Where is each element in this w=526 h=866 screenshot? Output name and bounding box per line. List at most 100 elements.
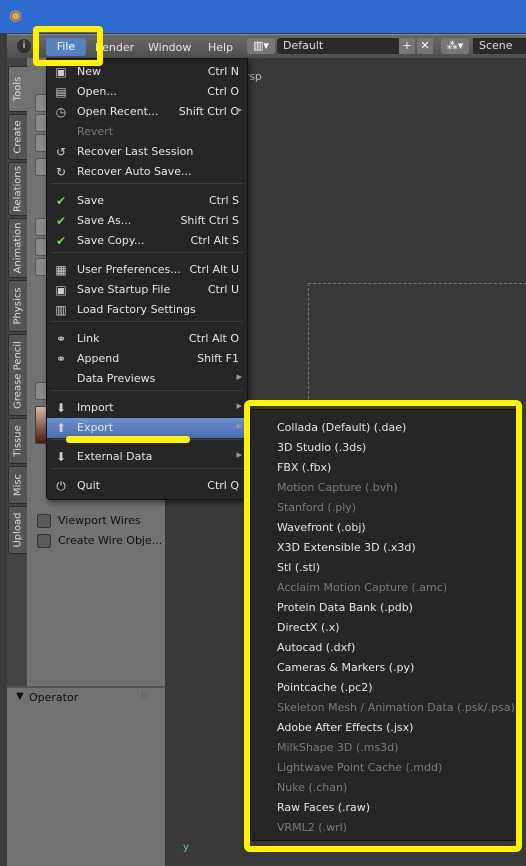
camera-frame <box>308 283 526 404</box>
highlight-export-box <box>244 400 522 852</box>
file-menu-item[interactable]: Data Previews ▸ <box>47 369 247 389</box>
submenu-arrow-icon: ▸ <box>236 448 242 461</box>
submenu-arrow-icon: ▸ <box>236 399 242 412</box>
info-icon[interactable]: i <box>17 39 31 53</box>
highlight-file-box <box>33 26 103 66</box>
file-menu-item-shortcut: Ctrl Q <box>207 479 239 492</box>
submenu-arrow-icon: ▸ <box>236 103 242 116</box>
menu-separator <box>51 183 243 184</box>
create-wire-checkbox[interactable] <box>37 534 51 548</box>
file-menu-item[interactable]: ⬇ External Data ▸ <box>47 447 247 467</box>
axis-gizmo-icon: y <box>183 842 189 853</box>
tab-tissue[interactable]: Tissue <box>8 418 28 464</box>
file-menu-item-label: Quit <box>77 479 100 492</box>
check-icon: ✔ <box>55 194 67 208</box>
add-layout-icon[interactable]: + <box>399 38 415 54</box>
file-menu-item-label: New <box>77 65 101 78</box>
file-menu-item-label: Open... <box>77 85 117 98</box>
preferences-icon: ▦ <box>55 263 67 277</box>
menu-separator <box>51 390 243 391</box>
file-menu-item-label: Save <box>77 194 105 207</box>
scene-icon[interactable]: ⁂▾ <box>441 38 469 54</box>
file-menu-item-shortcut: Shift F1 <box>197 352 239 365</box>
tab-upload[interactable]: Upload <box>8 506 28 554</box>
link-icon: ⚭ <box>55 332 67 346</box>
file-menu-item[interactable]: ⬇ Import ▸ <box>47 398 247 418</box>
file-menu-item-label: Data Previews <box>77 372 156 385</box>
file-menu-item[interactable]: ↻ Recover Auto Save... <box>47 162 247 182</box>
scene-field[interactable]: Scene <box>473 38 526 54</box>
file-menu-item-label: Export <box>77 421 114 434</box>
tab-grease-pencil[interactable]: Grease Pencil <box>8 334 28 416</box>
menu-separator <box>51 252 243 253</box>
tab-misc[interactable]: Misc <box>8 466 28 504</box>
file-menu-item-shortcut: Ctrl O <box>207 85 239 98</box>
file-menu-item-label: Import <box>77 401 114 414</box>
file-menu-item[interactable]: ↺ Recover Last Session <box>47 142 247 162</box>
file-menu-item-shortcut: Ctrl Alt S <box>190 234 239 247</box>
file-menu-item-label: User Preferences... <box>77 263 181 276</box>
file-menu-item[interactable]: ⬆ Export ▸ <box>47 418 247 438</box>
check-icon: ✔ <box>55 214 67 228</box>
viewport-wires-label: Viewport Wires <box>58 514 141 527</box>
file-menu-item[interactable]: ⏻ Quit Ctrl Q <box>47 476 247 496</box>
file-menu-item-label: Open Recent... <box>77 105 159 118</box>
tab-physics[interactable]: Physics <box>8 280 28 332</box>
file-menu-item[interactable]: ▣ Save Startup File Ctrl U <box>47 280 247 300</box>
recover-auto-icon: ↻ <box>55 165 67 179</box>
import-icon: ⬇ <box>55 401 67 415</box>
save-startup-icon: ▣ <box>55 283 67 297</box>
file-menu-item-label: Recover Auto Save... <box>77 165 192 178</box>
tab-animation[interactable]: Animation <box>8 218 28 278</box>
file-menu-item-label: Recover Last Session <box>77 145 194 158</box>
new-file-icon: ▣ <box>55 65 67 79</box>
file-menu-item-shortcut: Ctrl S <box>208 194 239 207</box>
factory-settings-icon: ▥ <box>55 303 67 317</box>
file-menu-item: Revert <box>47 122 247 142</box>
file-menu-item[interactable]: ▥ Load Factory Settings <box>47 300 247 320</box>
operator-panel: ▼ Operator ⁞⁞ <box>7 686 165 866</box>
drag-handle-icon[interactable]: ⁞⁞ <box>141 690 147 701</box>
external-data-icon: ⬇ <box>55 450 67 464</box>
highlight-export-underline <box>66 436 190 443</box>
layout-icon[interactable]: ▥▾ <box>247 38 275 54</box>
open-folder-icon: ▤ <box>55 85 67 99</box>
tab-relations[interactable]: Relations <box>8 162 28 216</box>
file-menu-item-label: Revert <box>77 125 114 138</box>
export-icon: ⬆ <box>55 421 67 435</box>
recover-icon: ↺ <box>55 145 67 159</box>
file-menu-item[interactable]: ▤ Open... Ctrl O <box>47 82 247 102</box>
viewport-wires-checkbox[interactable] <box>37 514 51 528</box>
file-menu-item[interactable]: ✔ Save Ctrl S <box>47 191 247 211</box>
file-menu-item-shortcut: Shift Ctrl S <box>180 214 239 227</box>
check-icon: ✔ <box>55 234 67 248</box>
submenu-arrow-icon: ▸ <box>236 370 242 383</box>
quit-icon: ⏻ <box>56 479 66 493</box>
file-menu-item-label: Link <box>77 332 100 345</box>
file-menu-item[interactable]: ✔ Save Copy... Ctrl Alt S <box>47 231 247 251</box>
file-menu-item-shortcut: Shift Ctrl O <box>178 105 239 118</box>
file-menu-item-label: Save Startup File <box>77 283 171 296</box>
menu-window[interactable]: Window <box>148 41 191 54</box>
file-menu-item-shortcut: Ctrl Alt U <box>189 263 239 276</box>
tab-create[interactable]: Create <box>8 114 28 160</box>
menu-separator <box>51 468 243 469</box>
create-wire-label: Create Wire Obje... <box>58 534 163 547</box>
file-menu-item-label: Save Copy... <box>77 234 145 247</box>
remove-layout-icon[interactable]: ✕ <box>417 38 433 54</box>
file-menu-item[interactable]: ⚭ Link Ctrl Alt O <box>47 329 247 349</box>
file-menu: ▣ New Ctrl N ▤ Open... Ctrl O ◷ Open Recent... S… <box>46 58 248 500</box>
submenu-arrow-icon: ▸ <box>236 419 242 432</box>
layout-field[interactable]: Default <box>277 38 403 54</box>
file-menu-item[interactable]: ◷ Open Recent... Shift Ctrl O ▸ <box>47 102 247 122</box>
file-menu-item-label: Save As... <box>77 214 132 227</box>
tab-tools[interactable]: Tools <box>8 66 28 112</box>
append-icon: ⚭ <box>55 352 67 366</box>
file-menu-item[interactable]: ▦ User Preferences... Ctrl Alt U <box>47 260 247 280</box>
file-menu-item-shortcut: Ctrl N <box>207 65 239 78</box>
menu-help[interactable]: Help <box>208 41 233 54</box>
blender-logo-icon: ◉ <box>9 6 23 24</box>
file-menu-item[interactable]: ⚭ Append Shift F1 <box>47 349 247 369</box>
collapse-arrow-icon[interactable]: ▼ <box>16 691 24 702</box>
file-menu-item[interactable]: ✔ Save As... Shift Ctrl S <box>47 211 247 231</box>
